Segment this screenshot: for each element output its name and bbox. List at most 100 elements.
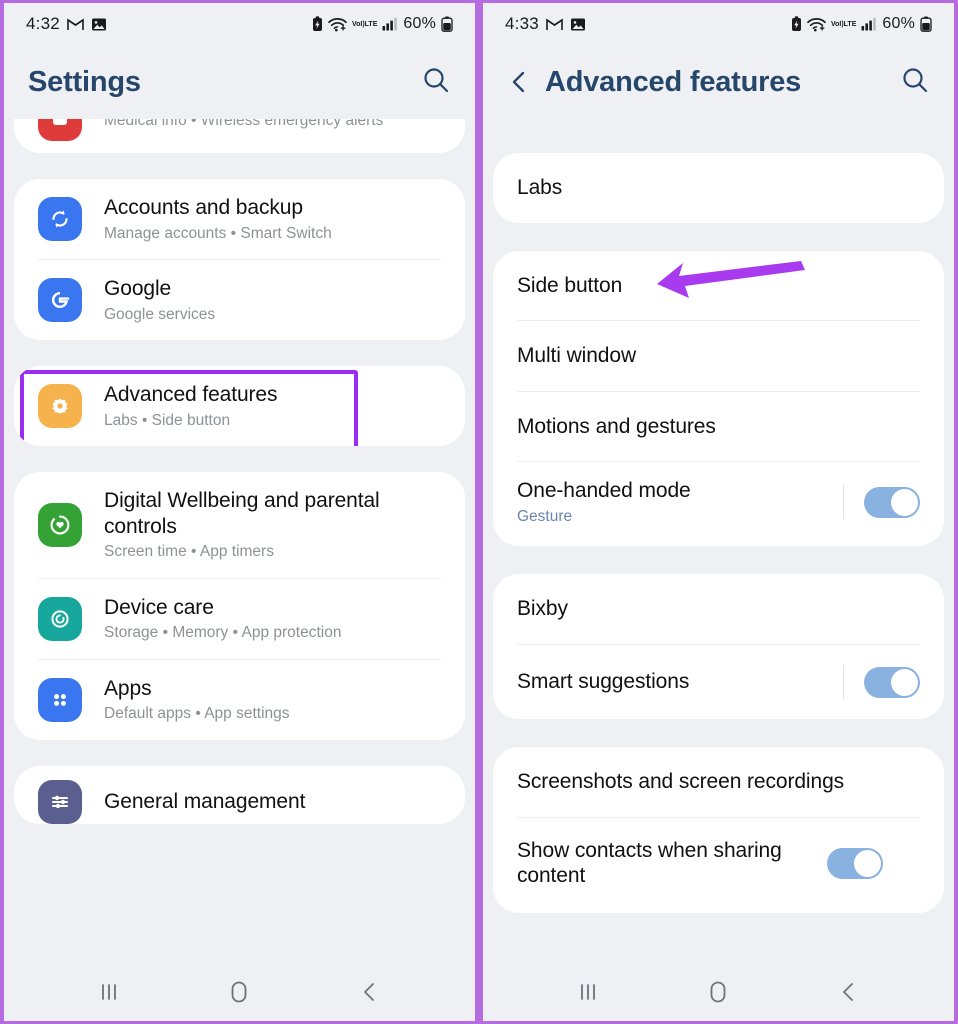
list-item-title: Smart suggestions <box>517 670 690 694</box>
status-bar-right-group: VoI) LTE 60% <box>791 15 932 33</box>
apps-icon <box>38 677 82 722</box>
gmail-icon <box>546 17 563 31</box>
settings-group-labs: Labs <box>493 153 944 223</box>
back-icon[interactable] <box>340 972 400 1012</box>
sidebar-item-accounts-and-backup[interactable]: Accounts and backup Manage accounts • Sm… <box>14 179 465 259</box>
left-phone-screen: 4:32 VoI) LTE 60% Settings Medical info … <box>4 3 475 1021</box>
sidebar-item-google[interactable]: Google Google services <box>14 260 465 340</box>
list-item-text: Smart suggestions <box>517 669 843 695</box>
list-item-title: General management <box>104 789 306 813</box>
toggle-knob <box>891 488 918 516</box>
recents-icon[interactable] <box>79 972 139 1012</box>
settings-list[interactable]: Medical info • Wireless emergency alerts <box>4 119 475 963</box>
status-bar-left-group: 4:33 <box>505 14 586 34</box>
list-item-text: Device care Storage • Memory • App prote… <box>104 595 441 643</box>
list-item-title: Labs <box>517 176 563 199</box>
toggle-knob <box>854 849 881 877</box>
clock: 4:33 <box>505 14 539 33</box>
list-item-title: Device care <box>104 595 214 619</box>
sync-icon <box>38 196 82 241</box>
right-phone-screen: 4:33 VoI) LTE 60% Advanced features Labs… <box>483 3 954 1021</box>
list-item-multi-window[interactable]: Multi window <box>493 321 944 391</box>
list-item-show-contacts[interactable]: Show contacts when sharing content <box>493 818 944 913</box>
list-item-labs[interactable]: Labs <box>493 153 944 223</box>
volte-icon: VoI) LTE <box>351 20 378 28</box>
list-item-title: Google <box>104 276 172 300</box>
advanced-features-list[interactable]: Labs Side button Multi window Motions an… <box>483 153 954 963</box>
sidebar-item-device-care[interactable]: Device care Storage • Memory • App prote… <box>14 579 465 659</box>
list-item-one-handed-mode[interactable]: One-handed mode Gesture <box>493 462 944 546</box>
back-chevron-icon[interactable] <box>507 69 531 95</box>
sidebar-item-general-management[interactable]: General management <box>14 766 465 824</box>
search-icon[interactable] <box>421 65 451 100</box>
navigation-bar-left <box>4 963 475 1021</box>
safety-icon <box>38 119 82 141</box>
search-icon[interactable] <box>900 65 930 100</box>
list-item-title: Side button <box>517 273 623 297</box>
list-item-subtitle: Screen time • App timers <box>104 543 274 561</box>
volte-icon: VoI) LTE <box>830 20 857 28</box>
status-bar-right-group: VoI) LTE 60% <box>312 15 453 33</box>
recents-icon[interactable] <box>558 972 618 1012</box>
battery-percent: 60% <box>403 15 436 32</box>
settings-group-bixby: Bixby Smart suggestions <box>493 574 944 720</box>
battery-saver-icon <box>312 16 323 32</box>
back-icon[interactable] <box>819 972 879 1012</box>
list-item-subtitle: Medical info • Wireless emergency alerts <box>104 119 384 129</box>
list-item-text: Bixby <box>517 596 920 622</box>
toggle-knob <box>891 668 918 696</box>
list-item-text: Google Google services <box>104 276 441 324</box>
one-handed-mode-toggle[interactable] <box>864 486 920 518</box>
sidebar-item-advanced-features[interactable]: Advanced features Labs • Side button <box>14 366 465 446</box>
list-item[interactable]: Medical info • Wireless emergency alerts <box>14 119 465 153</box>
list-item-text: Labs <box>517 175 920 201</box>
device-care-icon <box>38 596 82 641</box>
battery-percent: 60% <box>882 15 915 32</box>
settings-group-general: General management <box>14 765 465 824</box>
status-bar-right: 4:33 VoI) LTE 60% <box>483 3 954 45</box>
settings-group-screenshots: Screenshots and screen recordings Show c… <box>493 747 944 913</box>
list-item-side-button[interactable]: Side button <box>493 251 944 321</box>
navigation-bar-right <box>483 963 954 1021</box>
home-icon[interactable] <box>209 972 269 1012</box>
toggle-separator <box>843 485 844 520</box>
settings-group-wellbeing: Digital Wellbeing and parental controls … <box>14 471 465 740</box>
page-title: Advanced features <box>545 65 802 98</box>
photos-icon <box>91 17 107 32</box>
list-item-bixby[interactable]: Bixby <box>493 574 944 644</box>
list-item-text: Advanced features Labs • Side button <box>104 382 441 430</box>
list-item-text: General management <box>104 789 441 815</box>
settings-header: Settings <box>4 45 475 119</box>
list-item-subtitle: Storage • Memory • App protection <box>104 624 342 642</box>
clock: 4:32 <box>26 14 60 33</box>
photos-icon <box>570 17 586 32</box>
sidebar-item-digital-wellbeing[interactable]: Digital Wellbeing and parental controls … <box>14 472 465 578</box>
google-icon <box>38 277 82 322</box>
settings-group-safety: Medical info • Wireless emergency alerts <box>14 119 465 153</box>
list-item-text: Motions and gestures <box>517 414 920 440</box>
list-item-text: Digital Wellbeing and parental controls … <box>104 488 441 562</box>
list-item-smart-suggestions[interactable]: Smart suggestions <box>493 645 944 719</box>
home-icon[interactable] <box>688 972 748 1012</box>
list-item-motions-and-gestures[interactable]: Motions and gestures <box>493 392 944 462</box>
signal-icon <box>382 17 398 31</box>
list-item-title: Multi window <box>517 344 637 368</box>
signal-icon <box>861 17 877 31</box>
sidebar-item-apps[interactable]: Apps Default apps • App settings <box>14 660 465 740</box>
toggle-wrapper <box>827 847 883 879</box>
toggle-wrapper <box>843 485 920 520</box>
show-contacts-toggle[interactable] <box>827 847 883 879</box>
list-item-screenshots[interactable]: Screenshots and screen recordings <box>493 747 944 817</box>
two-phone-screenshot: 4:32 VoI) LTE 60% Settings Medical info … <box>0 0 958 1024</box>
list-item-text: One-handed mode Gesture <box>517 478 843 526</box>
list-item-text: Apps Default apps • App settings <box>104 676 441 724</box>
smart-suggestions-toggle[interactable] <box>864 666 920 698</box>
list-item-title: Digital Wellbeing and parental controls <box>104 488 380 538</box>
page-title: Settings <box>28 65 141 98</box>
list-item-title: Accounts and backup <box>104 196 303 219</box>
